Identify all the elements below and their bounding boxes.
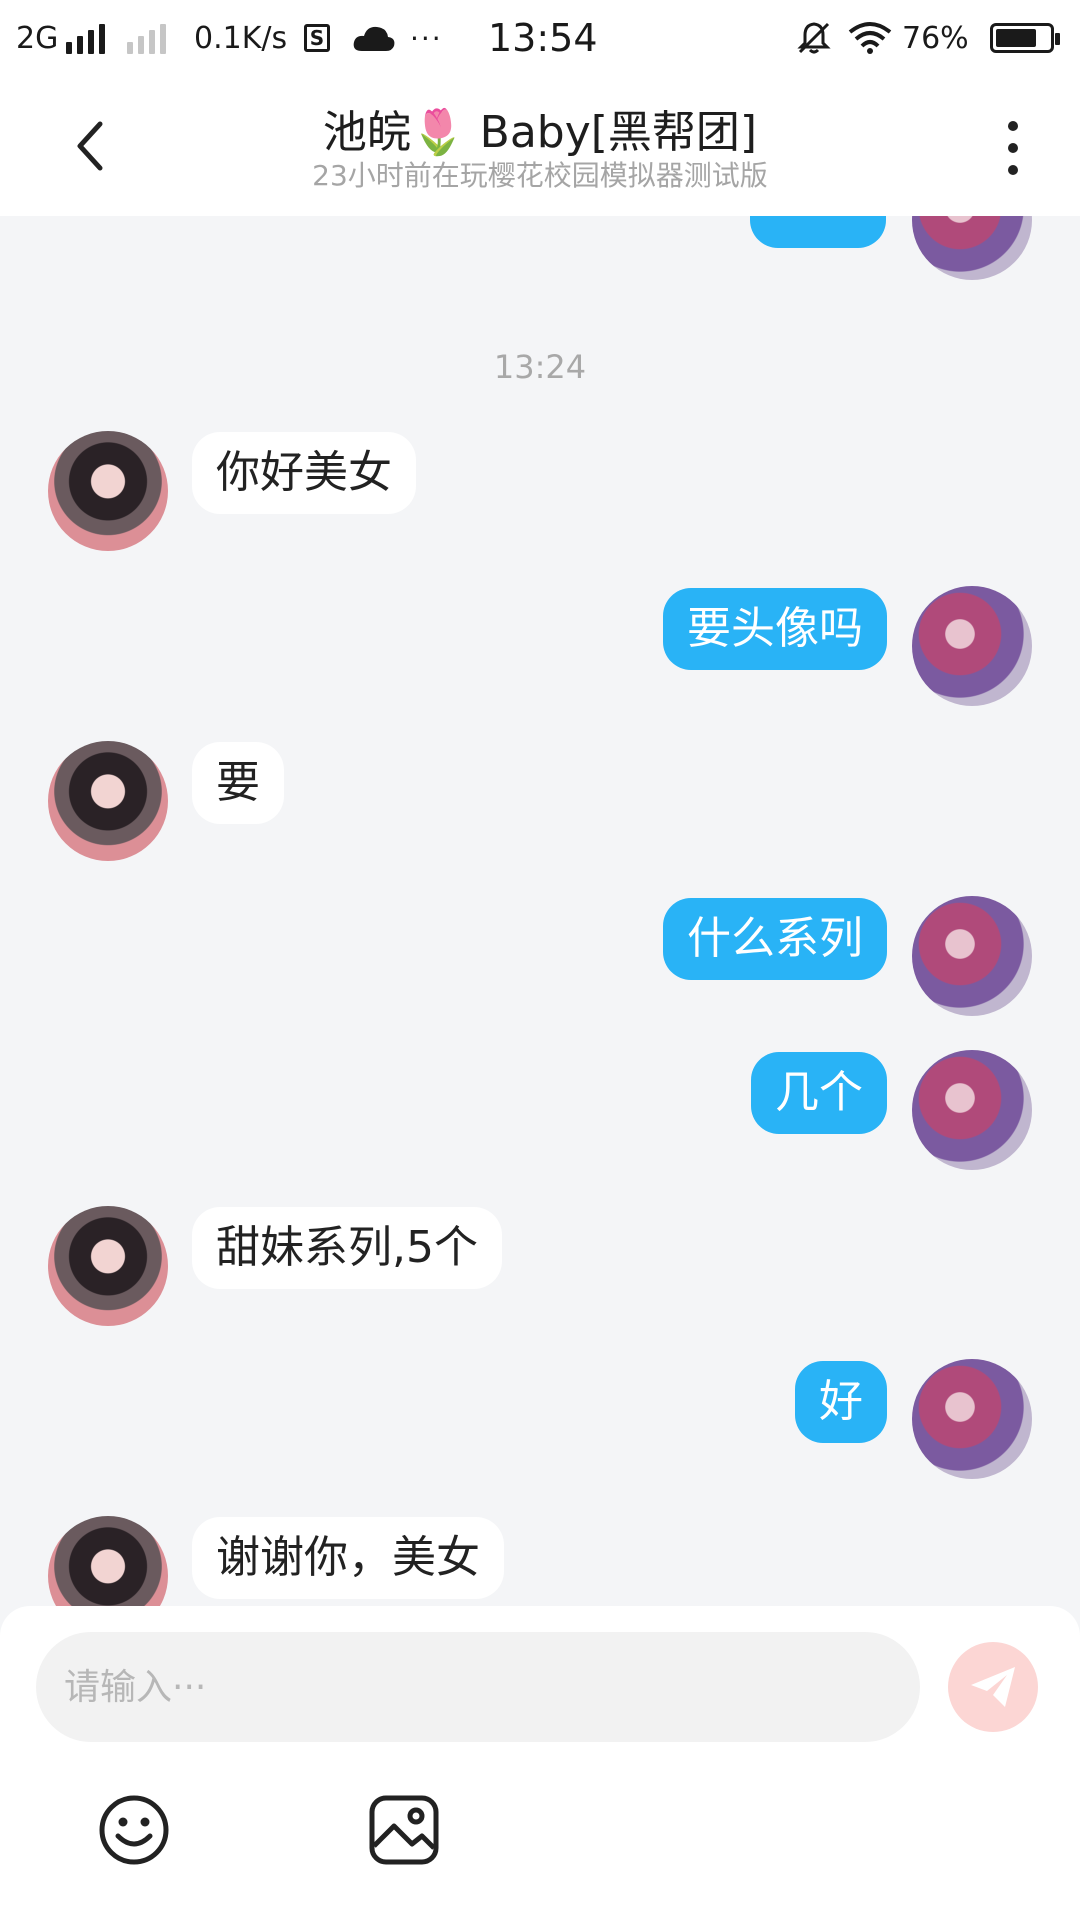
my-avatar[interactable] [912, 586, 1032, 706]
battery-icon [990, 23, 1060, 53]
incoming-message[interactable]: 要 [192, 742, 284, 824]
status-bar: 2G 0.1K/s S ··· 13:54 76% [0, 0, 1080, 76]
message-list[interactable]: 13:24 你好美女 要头像吗 要 什么系列 几个 甜妹系列,5个 好 谢谢你，… [0, 216, 1080, 1606]
contact-avatar[interactable] [48, 1206, 168, 1326]
message-composer [0, 1606, 1080, 1920]
incoming-message[interactable]: 你好美女 [192, 432, 416, 514]
previous-outgoing-bubble[interactable] [750, 216, 886, 248]
outgoing-message[interactable]: 好 [795, 1361, 887, 1443]
mute-bell-icon [796, 0, 832, 76]
more-options-button[interactable] [988, 116, 1038, 180]
emoji-button[interactable] [96, 1792, 172, 1868]
outgoing-message[interactable]: 几个 [751, 1052, 887, 1134]
s-app-icon: S [304, 24, 330, 52]
battery-percent: 76% [902, 20, 969, 56]
more-vertical-icon [1008, 121, 1018, 175]
more-status-icon: ··· [410, 21, 443, 55]
clock: 13:54 [488, 16, 598, 60]
message-timestamp: 13:24 [493, 348, 587, 386]
signal-secondary-icon [127, 22, 167, 54]
chat-header: 池皖🌷 Baby[黑帮团] 23小时前在玩樱花校园模拟器测试版 [0, 76, 1080, 216]
emoji-icon [99, 1795, 169, 1865]
network-indicator: 2G [16, 0, 167, 76]
incoming-message[interactable]: 甜妹系列,5个 [192, 1207, 502, 1289]
chat-screen: 2G 0.1K/s S ··· 13:54 76% 池皖🌷 Baby[黑帮团] … [0, 0, 1080, 1920]
outgoing-message[interactable]: 什么系列 [663, 898, 887, 980]
message-input[interactable] [36, 1632, 920, 1742]
outgoing-message[interactable]: 要头像吗 [663, 588, 887, 670]
my-avatar[interactable] [912, 1359, 1032, 1479]
my-avatar[interactable] [912, 896, 1032, 1016]
signal-icon [66, 22, 106, 54]
contact-status: 23小时前在玩樱花校园模拟器测试版 [312, 159, 768, 192]
contact-avatar[interactable] [48, 1516, 168, 1606]
send-button[interactable] [948, 1642, 1038, 1732]
paper-plane-icon [971, 1667, 1015, 1707]
network-type: 2G [16, 20, 59, 56]
net-speed: 0.1K/s [194, 20, 288, 56]
my-avatar[interactable] [912, 216, 1032, 280]
my-avatar[interactable] [912, 1050, 1032, 1170]
contact-avatar[interactable] [48, 741, 168, 861]
image-button[interactable] [366, 1792, 442, 1868]
incoming-message[interactable]: 谢谢你，美女 [192, 1517, 504, 1599]
battery-wrap [990, 0, 1060, 76]
battery-fill [996, 29, 1036, 47]
cloud-icon [352, 0, 396, 76]
contact-name[interactable]: 池皖🌷 Baby[黑帮团] [0, 96, 1080, 160]
image-icon [369, 1795, 439, 1865]
contact-avatar[interactable] [48, 431, 168, 551]
wifi-icon [848, 0, 892, 76]
s-badge-wrap: S [304, 0, 330, 76]
